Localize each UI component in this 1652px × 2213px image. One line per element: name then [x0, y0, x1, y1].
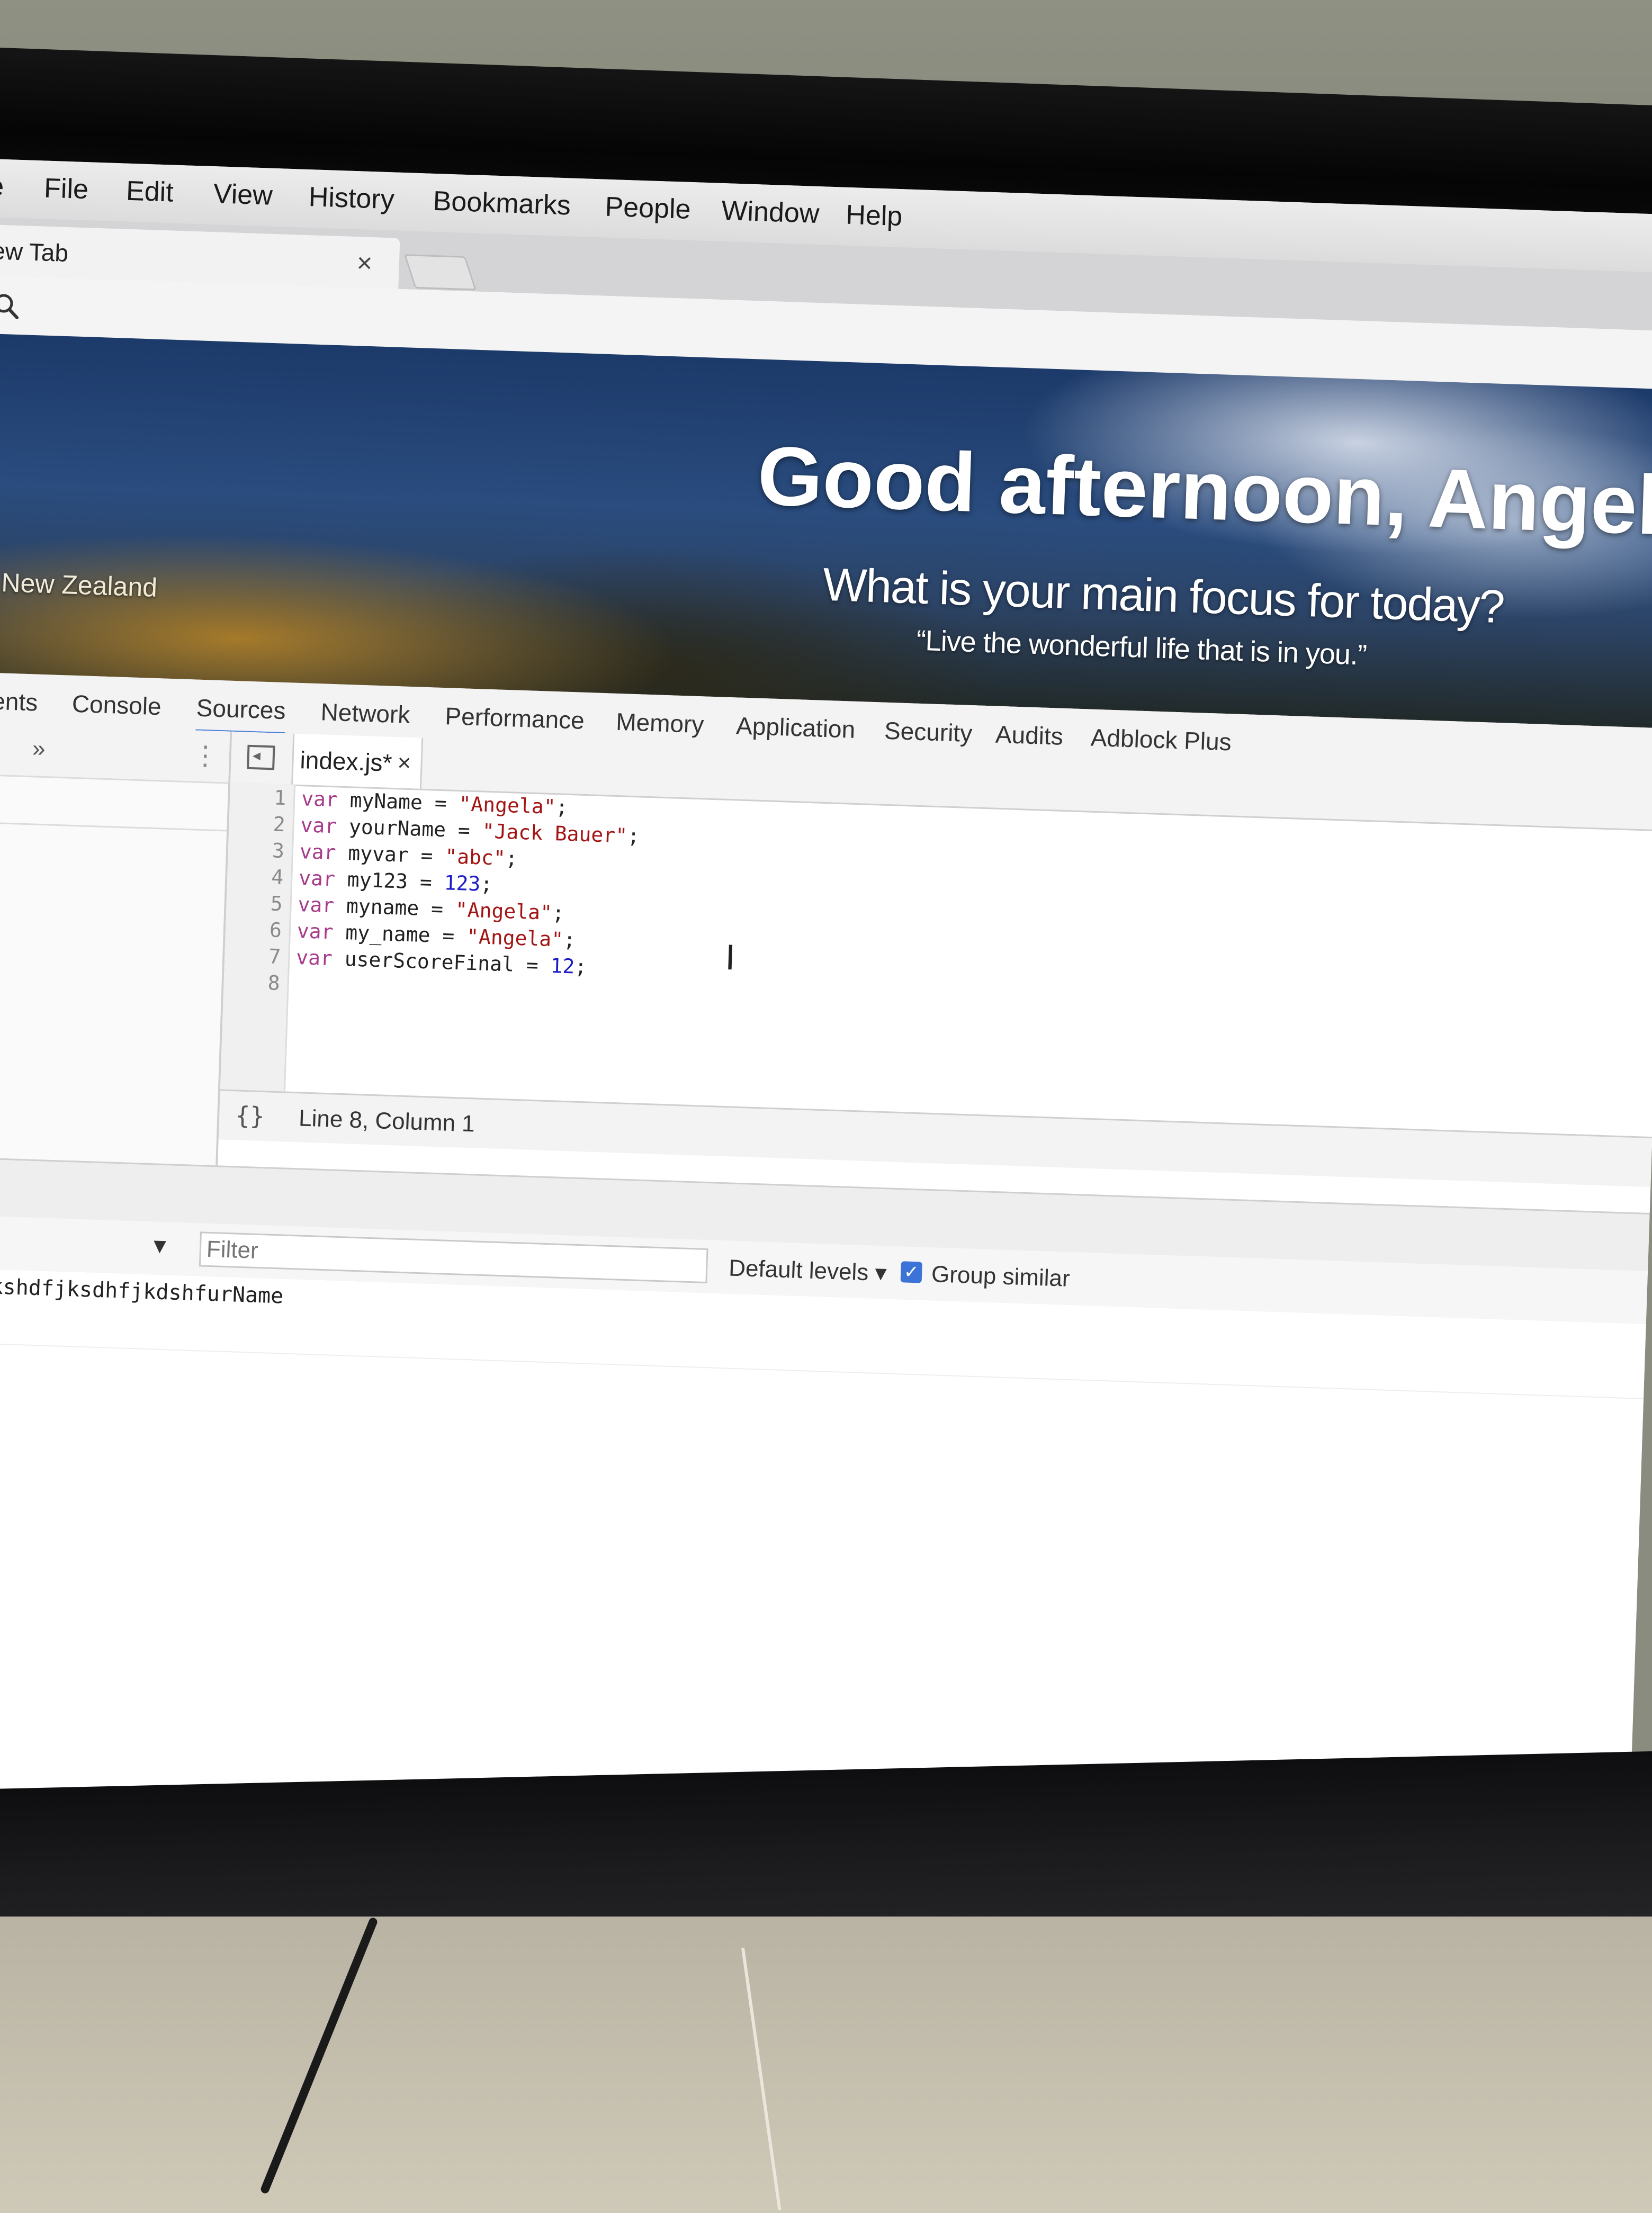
console-message: ffjkshdfjksdhfjkdshfurName [0, 1273, 284, 1309]
new-tab-background: Good afternoon, Angela. What is your mai… [0, 333, 1652, 728]
navigator-row[interactable]: t [0, 773, 229, 832]
context-dropdown-icon[interactable]: ▼ [149, 1234, 170, 1258]
devtools-tab-sources[interactable]: Sources [195, 693, 286, 736]
line-number: 5 [270, 892, 283, 916]
console-divider [0, 1342, 1644, 1399]
menu-bookmarks[interactable]: Bookmarks [433, 185, 571, 222]
devtools-tab-network[interactable]: Network [320, 697, 410, 729]
devtools-tab-console[interactable]: Console [71, 689, 161, 721]
cursor-position: Line 8, Column 1 [298, 1105, 475, 1137]
line-number: 7 [268, 944, 282, 969]
desk-surface [0, 1917, 1652, 2213]
devtools-tab-application[interactable]: Application [735, 711, 856, 743]
monitor-screen: e File Edit View History Bookmarks Peopl… [0, 159, 1652, 1877]
line-number: 1 [273, 786, 287, 810]
greeting-text: Good afternoon, Angela. [756, 429, 1652, 555]
group-similar-label: Group similar [931, 1261, 1071, 1292]
menu-app-name[interactable]: e [0, 170, 4, 203]
daily-quote: “Live the wonderful life that is in you.… [915, 624, 1367, 671]
code-line[interactable]: var myvar = "abc"; [299, 840, 518, 870]
new-tab-button[interactable] [403, 254, 477, 291]
line-number: 4 [271, 865, 284, 889]
more-tabs-icon[interactable]: » [32, 735, 46, 762]
tab-close-icon[interactable]: × [356, 247, 373, 278]
kebab-menu-icon[interactable]: ⋮ [192, 740, 219, 771]
menu-people[interactable]: People [605, 191, 692, 226]
photo-location: y, New Zealand [0, 567, 158, 602]
devtools-tab-adblock-plus[interactable]: Adblock Plus [1090, 723, 1232, 757]
search-icon[interactable] [0, 290, 23, 323]
line-number: 6 [269, 918, 282, 942]
menu-window[interactable]: Window [721, 195, 820, 230]
line-number: 2 [273, 812, 286, 836]
tab-title: ew Tab [0, 237, 69, 267]
file-tab-close-icon[interactable]: × [397, 750, 411, 777]
line-number: 3 [272, 839, 285, 863]
log-levels-dropdown[interactable]: Default levels ▾ [728, 1254, 887, 1287]
editor-file-tab[interactable]: index.js* × [291, 733, 424, 789]
code-editor-panel: ◂ index.js* × 1 2 3 4 5 6 7 8 var myName… [218, 731, 1652, 1213]
devtools-tab-audits[interactable]: Audits [995, 720, 1064, 751]
menu-file[interactable]: File [43, 172, 89, 205]
devtools-tab-security[interactable]: Security [884, 716, 973, 748]
menu-edit[interactable]: Edit [125, 175, 174, 209]
navigator-header: ets » ⋮ [0, 723, 230, 784]
text-cursor-icon: I [724, 938, 736, 978]
console-filter-input[interactable] [199, 1231, 708, 1284]
menu-help[interactable]: Help [845, 199, 903, 233]
group-similar-checkbox[interactable]: ✓ [900, 1261, 922, 1283]
sources-navigator: ets » ⋮ t [0, 723, 232, 1166]
navigator-tab-snippets[interactable]: ets [0, 735, 2, 763]
code-line[interactable]: var my123 = 123; [299, 866, 493, 896]
toggle-navigator-icon[interactable]: ◂ [247, 744, 275, 770]
focus-question[interactable]: What is your main focus for today? [822, 557, 1505, 634]
pretty-print-icon[interactable]: {} [235, 1101, 265, 1130]
line-number: 8 [267, 971, 281, 995]
devtools-tab-elements[interactable]: ments [0, 686, 38, 716]
editor-file-name: index.js* [299, 746, 393, 777]
devtools-tab-performance[interactable]: Performance [445, 701, 585, 735]
line-number-gutter: 1 2 3 4 5 6 7 8 [220, 782, 296, 1092]
devtools-tab-memory[interactable]: Memory [616, 707, 705, 739]
menu-view[interactable]: View [213, 178, 273, 212]
menu-history[interactable]: History [308, 181, 395, 215]
